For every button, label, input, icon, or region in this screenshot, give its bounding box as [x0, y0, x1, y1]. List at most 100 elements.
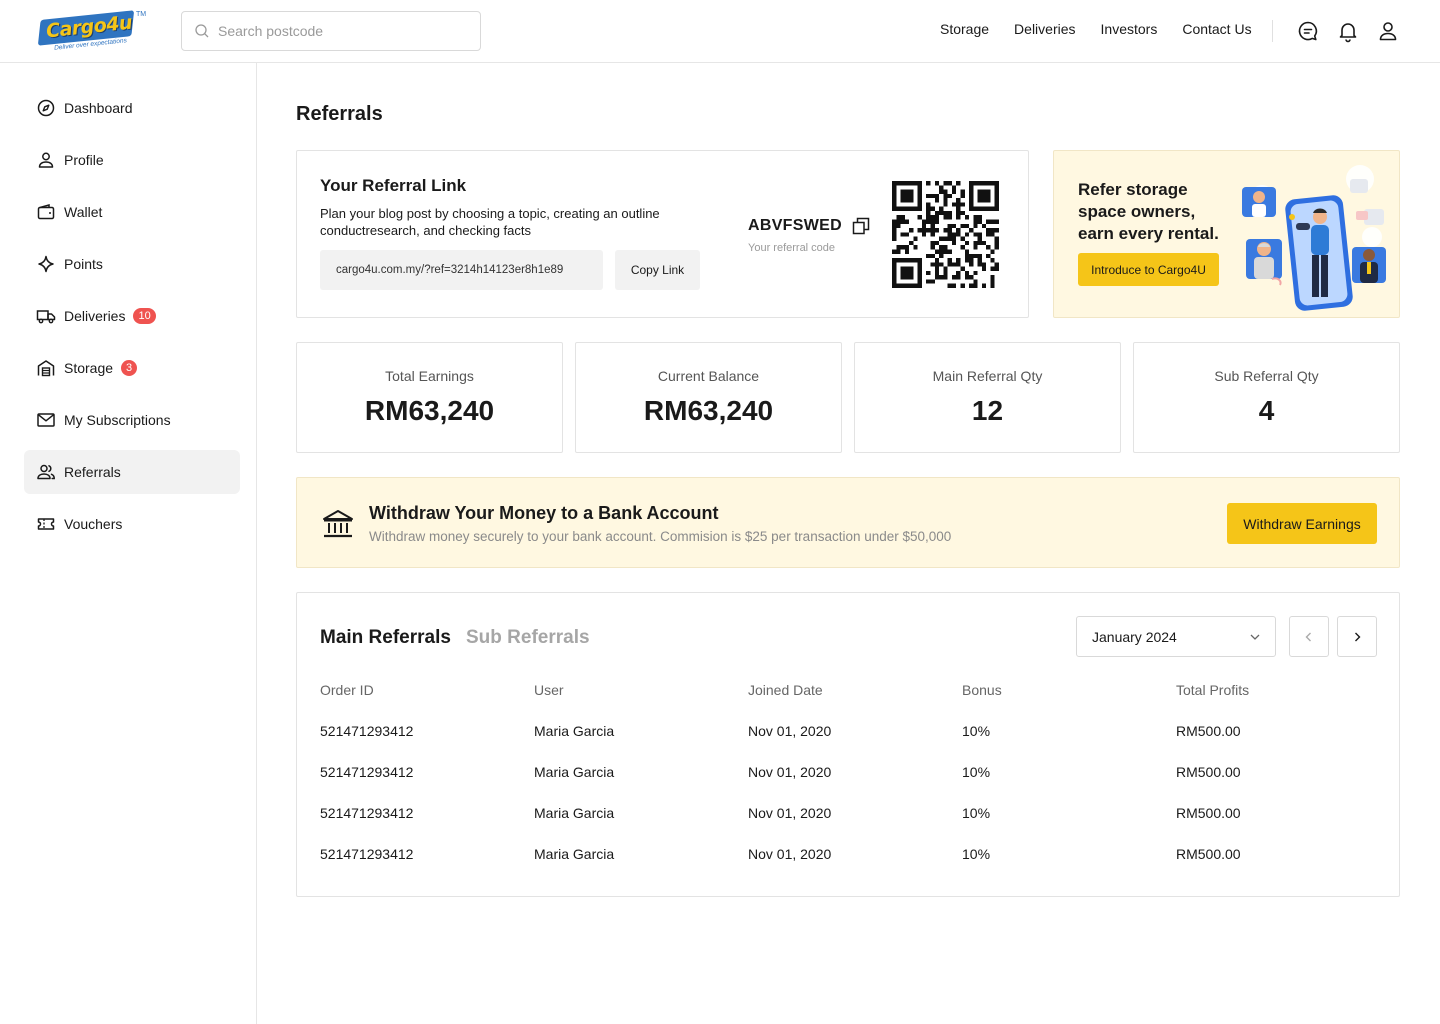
sidebar-item-label: Storage [64, 360, 114, 376]
chat-icon[interactable] [1296, 19, 1320, 43]
bank-icon [323, 510, 353, 538]
sidebar-item-label: Dashboard [64, 100, 133, 116]
warehouse-icon [37, 360, 55, 377]
column-header-joined-date: Joined Date [748, 682, 823, 698]
search-input[interactable] [218, 23, 468, 39]
bonus-cell: 10% [962, 764, 991, 780]
logo-trademark: TM [136, 11, 147, 18]
sidebar-item-profile[interactable]: Profile [24, 138, 240, 182]
users-icon [37, 464, 55, 480]
joined-date-cell: Nov 01, 2020 [748, 764, 832, 780]
referral-code: ABVFSWED [748, 217, 842, 234]
page-title: Referrals [296, 103, 383, 125]
stat-label: Sub Referral Qty [1214, 368, 1319, 384]
sub-referral-qty-card: Sub Referral Qty 4 [1133, 342, 1400, 453]
stat-value: RM63,240 [364, 395, 495, 426]
sidebar-item-points[interactable]: Points [24, 242, 240, 286]
introduce-to-cargo4u-button[interactable]: Introduce to Cargo4U [1078, 253, 1219, 286]
bell-icon[interactable] [1336, 19, 1360, 43]
sidebar-item-vouchers[interactable]: Vouchers [24, 502, 240, 546]
copy-icon[interactable] [851, 216, 871, 236]
deliveries-count-badge: 10 [133, 308, 156, 324]
compass-icon [37, 99, 55, 117]
sidebar-item-wallet[interactable]: Wallet [24, 190, 240, 234]
referral-promo-card: Refer storage space owners, earn every r… [1053, 150, 1400, 318]
user-cell: Maria Garcia [534, 846, 615, 862]
sidebar-item-label: Referrals [64, 464, 121, 480]
cargo4u-logo[interactable]: Cargo4u TM Deliver over expectations [37, 9, 148, 55]
top-nav: Storage Deliveries Investors Contact Us [940, 21, 1277, 37]
withdraw-description: Withdraw money securely to your bank acc… [369, 529, 952, 544]
stat-label: Total Earnings [385, 368, 474, 384]
sidebar-item-storage[interactable]: Storage 3 [24, 346, 240, 390]
search-box[interactable] [181, 11, 481, 51]
total-profits-cell: RM500.00 [1176, 846, 1241, 862]
column-header-user: User [534, 682, 564, 698]
withdraw-title: Withdraw Your Money to a Bank Account [369, 503, 719, 523]
stat-value: 4 [1258, 395, 1275, 426]
tab-main-referrals[interactable]: Main Referrals [320, 627, 451, 649]
mail-icon [37, 413, 55, 427]
column-header-total-profits: Total Profits [1176, 682, 1250, 698]
referral-code-label: Your referral code [748, 242, 836, 254]
order-id-cell: 521471293412 [320, 723, 414, 739]
user-cell: Maria Garcia [534, 764, 615, 780]
chevron-left-icon [1305, 632, 1311, 641]
total-profits-cell: RM500.00 [1176, 764, 1241, 780]
previous-month-button[interactable] [1289, 616, 1329, 657]
nav-investors[interactable]: Investors [1101, 21, 1158, 37]
joined-date-cell: Nov 01, 2020 [748, 723, 832, 739]
stat-value: RM63,240 [643, 395, 774, 426]
bonus-cell: 10% [962, 846, 991, 862]
truck-icon [36, 310, 56, 324]
withdraw-earnings-button[interactable]: Withdraw Earnings [1227, 503, 1377, 544]
joined-date-cell: Nov 01, 2020 [748, 805, 832, 821]
referrals-table-card: Main Referrals Sub Referrals January 202… [296, 592, 1400, 897]
next-month-button[interactable] [1337, 616, 1377, 657]
chevron-right-icon [1355, 632, 1361, 641]
bonus-cell: 10% [962, 723, 991, 739]
search-icon [195, 24, 209, 38]
account-icon[interactable] [1376, 19, 1400, 43]
sidebar-item-referrals[interactable]: Referrals [24, 450, 240, 494]
main-referral-qty-card: Main Referral Qty 12 [854, 342, 1121, 453]
nav-storage[interactable]: Storage [940, 21, 989, 37]
sidebar-item-my-subscriptions[interactable]: My Subscriptions [24, 398, 240, 442]
sidebar-item-label: Profile [64, 152, 104, 168]
wallet-icon [37, 204, 55, 220]
sidebar-item-label: Wallet [64, 204, 103, 220]
sidebar-item-label: Points [64, 256, 103, 272]
tab-sub-referrals[interactable]: Sub Referrals [466, 627, 590, 649]
order-id-cell: 521471293412 [320, 846, 414, 862]
qr-code [892, 181, 999, 288]
referral-link-card: Your Referral Link Plan your blog post b… [296, 150, 1029, 318]
joined-date-cell: Nov 01, 2020 [748, 846, 832, 862]
user-icon [38, 152, 54, 168]
total-profits-cell: RM500.00 [1176, 805, 1241, 821]
referral-illustration [1242, 165, 1386, 311]
referral-link-field[interactable]: cargo4u.com.my/?ref=3214h14123er8h1e89 [320, 250, 603, 290]
month-select-value: January 2024 [1092, 628, 1177, 645]
promo-headline: Refer storage space owners, earn every r… [1078, 180, 1219, 243]
stat-label: Main Referral Qty [932, 368, 1043, 384]
nav-deliveries[interactable]: Deliveries [1014, 21, 1075, 37]
total-earnings-card: Total Earnings RM63,240 [296, 342, 563, 453]
sidebar-item-dashboard[interactable]: Dashboard [24, 86, 240, 130]
nav-divider [1272, 20, 1273, 42]
total-profits-cell: RM500.00 [1176, 723, 1241, 739]
nav-contact-us[interactable]: Contact Us [1182, 21, 1251, 37]
sidebar-item-label: My Subscriptions [64, 412, 171, 428]
stat-label: Current Balance [657, 368, 760, 384]
copy-link-button[interactable]: Copy Link [615, 250, 700, 290]
month-select[interactable]: January 2024 [1076, 616, 1276, 657]
top-header: Cargo4u TM Deliver over expectations Sto… [0, 0, 1440, 63]
column-header-order-id: Order ID [320, 682, 374, 698]
sidebar-item-deliveries[interactable]: Deliveries 10 [24, 294, 240, 338]
sidebar-item-label: Vouchers [64, 516, 123, 532]
storage-count-badge: 3 [121, 360, 138, 376]
sidebar: Dashboard Profile Wallet Points Deliveri… [0, 63, 257, 1024]
ticket-icon [37, 518, 55, 530]
referral-link-description: Plan your blog post by choosing a topic,… [320, 206, 660, 238]
referral-link-title: Your Referral Link [320, 176, 467, 195]
sparkle-icon [38, 255, 54, 273]
